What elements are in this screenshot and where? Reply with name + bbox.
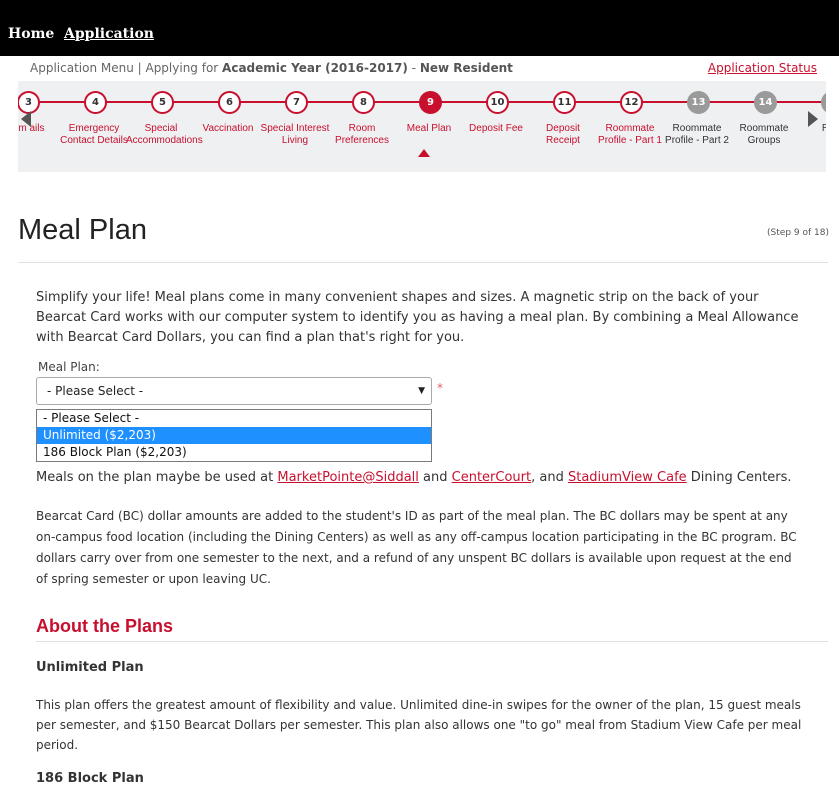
required-marker: * [437, 381, 443, 395]
chevron-down-icon: ▼ [418, 386, 425, 396]
step-12-number: 12 [620, 91, 643, 114]
section-divider [36, 641, 828, 642]
meal-option-unlimited[interactable]: Unlimited ($2,203) [37, 427, 431, 444]
top-nav-bar: Home Application [0, 0, 839, 56]
step-5-label: Special Accommodations [126, 123, 203, 146]
step-10-number: 10 [486, 91, 509, 114]
intro-paragraph: Simplify your life! Meal plans come in m… [36, 290, 799, 345]
current-step-marker-icon [418, 149, 430, 157]
meal-plan-select-value: - Please Select - [47, 384, 144, 398]
step-13-label: Roommate Profile - Part 2 [665, 123, 729, 146]
dining-suffix: Dining Centers. [686, 470, 792, 485]
block-plan-heading: 186 Block Plan [36, 771, 144, 786]
step-10-label: Deposit Fee [469, 123, 523, 134]
step-5-number: 5 [151, 91, 174, 114]
step-4-label: Emergency Contact Details [60, 123, 128, 146]
step-6-label: Vaccination [202, 123, 254, 134]
stepper-scroll-left-icon[interactable] [21, 111, 31, 127]
step-count: (Step 9 of 18) [767, 228, 829, 238]
step-12-label: Roommate Profile - Part 1 [598, 123, 662, 146]
step-4-number: 4 [84, 91, 107, 114]
step-14-label: Roommate Groups [739, 123, 789, 146]
breadcrumb-year: Academic Year (2016-2017) [222, 61, 408, 75]
step-1-number: 1 [821, 91, 826, 114]
meal-plan-select[interactable]: - Please Select - ▼ [36, 377, 432, 405]
dining-centers-paragraph: Meals on the plan maybe be used at Marke… [36, 468, 806, 488]
stepper-scroll-right-icon[interactable] [808, 111, 818, 127]
step-7-label: Special Interest Living [260, 123, 330, 146]
step-14-number: 14 [754, 91, 777, 114]
meal-option-186-block[interactable]: 186 Block Plan ($2,203) [37, 444, 431, 461]
dining-and-2: , and [531, 470, 568, 485]
breadcrumb-prefix: Application Menu | Applying for [30, 61, 223, 75]
centercourt-link[interactable]: CenterCourt [452, 470, 531, 485]
marketpointe-link[interactable]: MarketPointe@Siddall [277, 470, 419, 485]
progress-stepper: 3orm ails4Emergency Contact Details5Spec… [18, 81, 826, 172]
stadiumview-link[interactable]: StadiumView Cafe [568, 470, 687, 485]
nav-home-link[interactable]: Home [8, 26, 54, 42]
step-9-number: 9 [419, 91, 442, 114]
step-9-label: Meal Plan [406, 123, 452, 134]
meal-plan-label: Meal Plan: [38, 360, 100, 374]
step-8-label: Room Preferences [335, 123, 389, 146]
step-13-number: 13 [687, 91, 710, 114]
step-6-number: 6 [218, 91, 241, 114]
step-7-number: 7 [285, 91, 308, 114]
dining-prefix: Meals on the plan maybe be used at [36, 470, 278, 485]
dining-and-1: and [418, 470, 452, 485]
meal-plan-dropdown: - Please Select - Unlimited ($2,203) 186… [36, 409, 432, 462]
step-8-number: 8 [352, 91, 375, 114]
breadcrumb-type: New Resident [419, 61, 513, 75]
unlimited-plan-text: This plan offers the greatest amount of … [36, 698, 802, 752]
meal-option-please-select[interactable]: - Please Select - [37, 410, 431, 427]
nav-application-link[interactable]: Application [64, 26, 154, 42]
about-plans-heading: About the Plans [36, 616, 174, 636]
bearcat-card-paragraph: Bearcat Card (BC) dollar amounts are add… [36, 509, 797, 586]
breadcrumb: Application Menu | Applying for Academic… [30, 61, 513, 75]
breadcrumb-sep: - [407, 61, 420, 75]
title-divider [18, 262, 828, 263]
step-11-label: Deposit Receipt [546, 123, 580, 146]
unlimited-plan-heading: Unlimited Plan [36, 660, 144, 675]
step-11-number: 11 [553, 91, 576, 114]
page-title: Meal Plan [18, 214, 147, 246]
application-status-link[interactable]: Application Status [708, 61, 817, 75]
